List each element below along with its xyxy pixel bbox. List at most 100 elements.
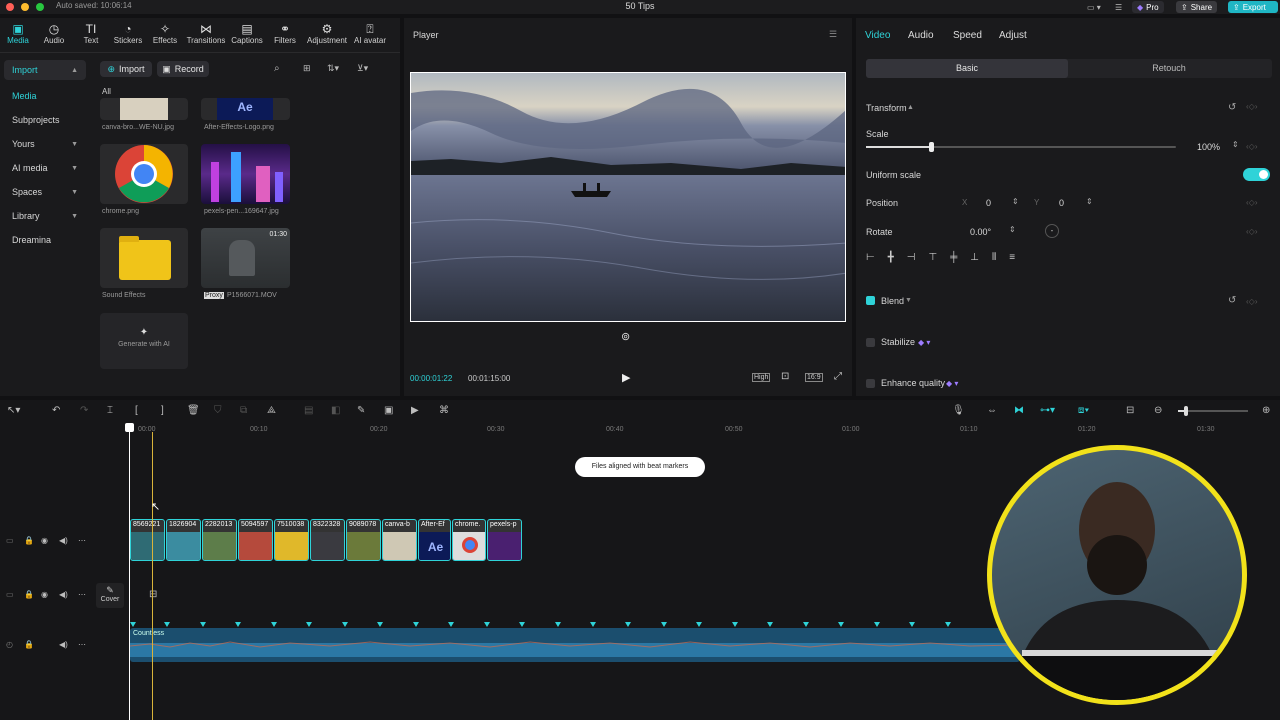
sidebar-item-import[interactable]: Import ▲ <box>4 60 86 80</box>
keyframe-icon[interactable]: ‹◇› <box>1246 102 1257 111</box>
scale-slider-handle[interactable] <box>929 142 934 152</box>
media-item[interactable] <box>100 228 188 288</box>
menu-icon[interactable]: ☰ <box>829 29 837 40</box>
toolbar-transitions[interactable]: ⋈ Transitions <box>186 22 226 45</box>
more-icon[interactable]: ⋯ <box>78 536 86 545</box>
timeline-clip[interactable]: 5094597 <box>238 519 273 561</box>
zoom-slider-handle[interactable] <box>1184 406 1188 416</box>
stepper-icon[interactable]: ⇕ <box>1232 140 1239 149</box>
blend-checkbox[interactable] <box>866 296 875 305</box>
layout-icon[interactable]: ▭ ▾ <box>1082 1 1106 13</box>
align-bottom-icon[interactable]: ⊥ <box>970 252 979 268</box>
tab-speed[interactable]: Speed <box>953 30 982 41</box>
toolbar-effects[interactable]: ✧ Effects <box>145 22 185 45</box>
toolbar-adjustment[interactable]: ⚙ Adjustment <box>306 22 348 45</box>
subtab-retouch[interactable]: Retouch <box>1068 59 1270 78</box>
scale-slider[interactable] <box>866 142 1176 152</box>
stepper-icon[interactable]: ⇕ <box>1012 197 1019 206</box>
align-middle-icon[interactable]: ╪ <box>950 252 957 268</box>
zoom-out-icon[interactable]: ⊖ <box>1154 405 1162 416</box>
generate-with-ai-button[interactable]: ✦ Generate with AI <box>100 313 188 369</box>
fullscreen-icon[interactable]: ⤢ <box>834 371 842 382</box>
share-button[interactable]: ⇪ Share <box>1176 1 1218 13</box>
search-icon[interactable]: ⌕ <box>274 63 280 74</box>
video-preview[interactable] <box>410 72 846 322</box>
filter-icon[interactable]: ⊻▾ <box>357 63 368 74</box>
subtab-basic[interactable]: Basic <box>866 59 1068 78</box>
rotate-icon[interactable]: ⊚ <box>621 330 630 343</box>
uniform-scale-toggle[interactable] <box>1243 168 1270 181</box>
magic-wand-icon[interactable]: ✎ <box>357 405 365 416</box>
align-left-icon[interactable]: ⊢ <box>866 252 875 268</box>
lock-icon[interactable]: 🔒 <box>24 640 34 649</box>
timeline-clip[interactable]: 8569221 <box>130 519 165 561</box>
pro-button[interactable]: ◆ Pro <box>1132 1 1164 13</box>
playhead-handle[interactable] <box>125 423 134 432</box>
scale-value[interactable]: 100% <box>1197 142 1220 152</box>
link-icon[interactable]: ⇔ <box>987 405 997 416</box>
play-button[interactable]: ▶ <box>622 371 630 384</box>
export-button[interactable]: ⇪ Export <box>1228 1 1278 13</box>
empty-clip-icon[interactable]: ⊟ <box>149 589 157 600</box>
sort-icon[interactable]: ⇅▾ <box>327 63 339 74</box>
sidebar-item-subprojects[interactable]: Subprojects <box>4 108 86 132</box>
timeline-clip[interactable]: canva-b <box>382 519 417 561</box>
caption-icon[interactable]: ▣ <box>384 405 393 416</box>
auto-reframe-icon[interactable]: ⟁ <box>267 405 276 416</box>
enhance-quality-checkbox[interactable] <box>866 379 875 388</box>
sidebar-item-spaces[interactable]: Spaces ▼ <box>4 180 86 204</box>
beat-icon[interactable]: ⌘ <box>439 405 449 416</box>
align-center-h-icon[interactable]: ╋ <box>888 252 894 268</box>
align-top-icon[interactable]: ⊤ <box>928 252 937 268</box>
screenshot-icon[interactable]: ⊡ <box>781 371 789 382</box>
delete-icon[interactable]: 🗑 <box>187 405 200 416</box>
timeline-clip[interactable]: chrome. <box>452 519 486 561</box>
crop-icon[interactable]: ⧉ <box>240 405 247 416</box>
view-grid-icon[interactable]: ⊞ <box>303 63 311 74</box>
media-item[interactable]: Ae <box>201 98 290 120</box>
sidebar-item-media[interactable]: Media <box>4 84 86 108</box>
speaker-icon[interactable]: ◀) <box>59 590 68 599</box>
eye-icon[interactable]: ◉ <box>41 590 48 599</box>
speaker-icon[interactable]: ◀) <box>59 640 68 649</box>
timeline-clip[interactable]: 1826904 <box>166 519 201 561</box>
audio-clip[interactable]: Countless <box>130 628 1020 662</box>
toolbar-audio[interactable]: ◷ Audio <box>34 22 74 45</box>
reset-icon[interactable]: ↺ <box>1228 102 1236 113</box>
chevron-down-icon[interactable]: ▼ <box>905 297 912 304</box>
stepper-icon[interactable]: ⇕ <box>1086 197 1093 206</box>
zoom-slider[interactable] <box>1178 406 1248 416</box>
toolbar-ai-avatar[interactable]: ⍰ AI avatar <box>350 22 390 45</box>
position-x-input[interactable]: 0 <box>986 198 991 208</box>
ratio-button[interactable]: 16:9 <box>805 373 823 382</box>
preview-axis-icon[interactable]: ⧈▾ <box>1078 405 1089 416</box>
sidebar-item-library[interactable]: Library ▼ <box>4 204 86 228</box>
fit-icon[interactable]: ⊟ <box>1126 405 1134 416</box>
lock-icon[interactable]: 🔒 <box>24 590 34 599</box>
distribute-v-icon[interactable]: ≡ <box>1009 252 1015 268</box>
split-icon[interactable]: ⌶ <box>107 405 113 416</box>
timeline-clip[interactable]: 2282013 <box>202 519 237 561</box>
position-y-input[interactable]: 0 <box>1059 198 1064 208</box>
import-button[interactable]: ⊕ Import <box>100 61 152 77</box>
rotate-dial[interactable]: - <box>1045 224 1059 238</box>
media-item[interactable] <box>100 144 188 204</box>
more-icon[interactable]: ⋯ <box>78 590 86 599</box>
linkage-icon[interactable]: ⊶▾ <box>1040 405 1055 416</box>
record-button[interactable]: ▣ Record <box>157 61 209 77</box>
toolbar-text[interactable]: TI Text <box>71 22 111 45</box>
tab-audio[interactable]: Audio <box>908 30 934 41</box>
split-right-icon[interactable]: ] <box>161 405 164 416</box>
sidebar-item-dreamina[interactable]: Dreamina <box>4 228 86 252</box>
toolbar-captions[interactable]: ▤ Captions <box>227 22 267 45</box>
sidebar-item-yours[interactable]: Yours ▼ <box>4 132 86 156</box>
distribute-h-icon[interactable]: ⫴ <box>992 252 996 268</box>
redo-icon[interactable]: ↷ <box>80 405 88 416</box>
select-tool-icon[interactable]: ↖▾ <box>7 405 20 416</box>
timeline-clip[interactable]: 7510038 <box>274 519 309 561</box>
speaker-icon[interactable]: ◀) <box>59 536 68 545</box>
chevron-up-icon[interactable]: ▲ <box>907 104 914 111</box>
cover-button[interactable]: ✎ Cover <box>96 583 124 608</box>
timeline-clip[interactable]: pexels-p <box>487 519 522 561</box>
tab-video[interactable]: Video <box>865 30 890 41</box>
